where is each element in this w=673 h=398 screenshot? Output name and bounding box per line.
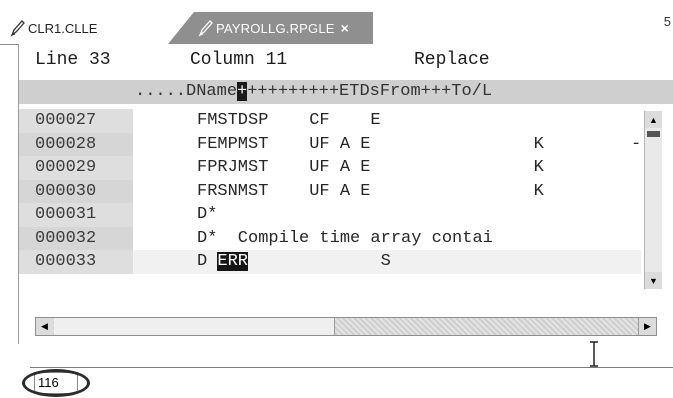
line-indicator: Line 33 <box>35 50 111 70</box>
source-text[interactable]: D ERR S <box>197 250 391 274</box>
tab-payrollg-rpgle[interactable]: PAYROLLG.RPGLE × <box>168 12 373 44</box>
column-indicator: Column 11 <box>190 50 288 70</box>
ruler-suffix: +++++++++ETDsFrom+++To/L <box>247 82 493 101</box>
scrollbar-thumb[interactable] <box>647 131 660 137</box>
sequence-number: 000030 <box>19 179 133 203</box>
close-icon[interactable]: × <box>341 20 349 36</box>
pencil-icon <box>198 19 214 37</box>
format-ruler: .....DName++++++++++ETDsFrom+++To/L <box>19 80 673 104</box>
line-suffix-marker: - <box>631 134 642 154</box>
scroll-up-arrow-icon[interactable]: ▲ <box>645 111 662 128</box>
pencil-icon <box>10 19 26 37</box>
source-line[interactable]: 000030 FRSNMST UF A E K <box>19 179 641 204</box>
scroll-right-arrow-icon[interactable]: ▶ <box>638 318 656 335</box>
source-line[interactable]: 000029 FPRJMST UF A E K <box>19 156 641 180</box>
mode-indicator: Replace <box>414 50 490 70</box>
editor-status-line: Line 33 Column 11 Replace <box>19 50 673 72</box>
sequence-number: 000028 <box>19 132 133 156</box>
source-line[interactable]: 000027 FMSTDSP CF E <box>19 109 641 133</box>
ruler-cursor-marker: + <box>237 82 248 101</box>
source-text[interactable]: FPRJMST UF A E K <box>197 156 544 180</box>
command-line-input[interactable]: 116 <box>34 372 78 394</box>
source-lines: 000027 FMSTDSP CF E 000028 FEMPMST UF A … <box>19 109 673 274</box>
scrollbar-thumb[interactable] <box>54 318 335 335</box>
tab-clr1-clle[interactable]: CLR1.CLLE <box>6 12 156 44</box>
text-cursor-ibeam-icon <box>590 341 598 367</box>
source-line[interactable]: 000032 D* Compile time array contai <box>19 226 641 251</box>
ruler-prefix: .....DName <box>135 82 238 101</box>
divider <box>30 367 673 368</box>
editor-tab-strip: CLR1.CLLE PAYROLLG.RPGLE × 5 <box>0 0 673 45</box>
sequence-number: 000033 <box>19 250 133 274</box>
source-line[interactable]: 000028 FEMPMST UF A E K - <box>19 132 642 157</box>
current-source-line[interactable]: 000033 D ERR S <box>19 250 641 274</box>
source-text[interactable]: FEMPMST UF A E K <box>197 133 544 157</box>
source-line[interactable]: 000031 D* <box>19 203 641 227</box>
tab-label: CLR1.CLLE <box>28 20 98 36</box>
sequence-number: 000029 <box>19 156 133 180</box>
source-text[interactable]: FMSTDSP CF E <box>197 109 381 133</box>
horizontal-scrollbar[interactable]: ◀ ▶ <box>35 317 657 336</box>
scroll-left-arrow-icon[interactable]: ◀ <box>36 318 53 335</box>
sequence-number: 000031 <box>19 203 133 227</box>
selected-text[interactable]: ERR <box>217 252 249 271</box>
source-text[interactable]: D* Compile time array contai <box>197 227 493 251</box>
sequence-number: 000032 <box>19 226 133 250</box>
sequence-number: 000027 <box>19 109 133 133</box>
view-menu-icon[interactable]: 5 <box>664 14 671 29</box>
source-text[interactable]: FRSNMST UF A E K <box>197 180 544 204</box>
lpex-editor[interactable]: Line 33 Column 11 Replace .....DName++++… <box>18 44 673 367</box>
source-text[interactable]: D* <box>197 203 217 227</box>
tab-label: PAYROLLG.RPGLE <box>216 20 335 36</box>
source-text-suffix: S <box>248 252 391 271</box>
source-text-prefix: D <box>197 252 218 271</box>
vertical-scrollbar[interactable]: ▲ ▼ <box>644 111 662 289</box>
scroll-down-arrow-icon[interactable]: ▼ <box>645 272 662 289</box>
